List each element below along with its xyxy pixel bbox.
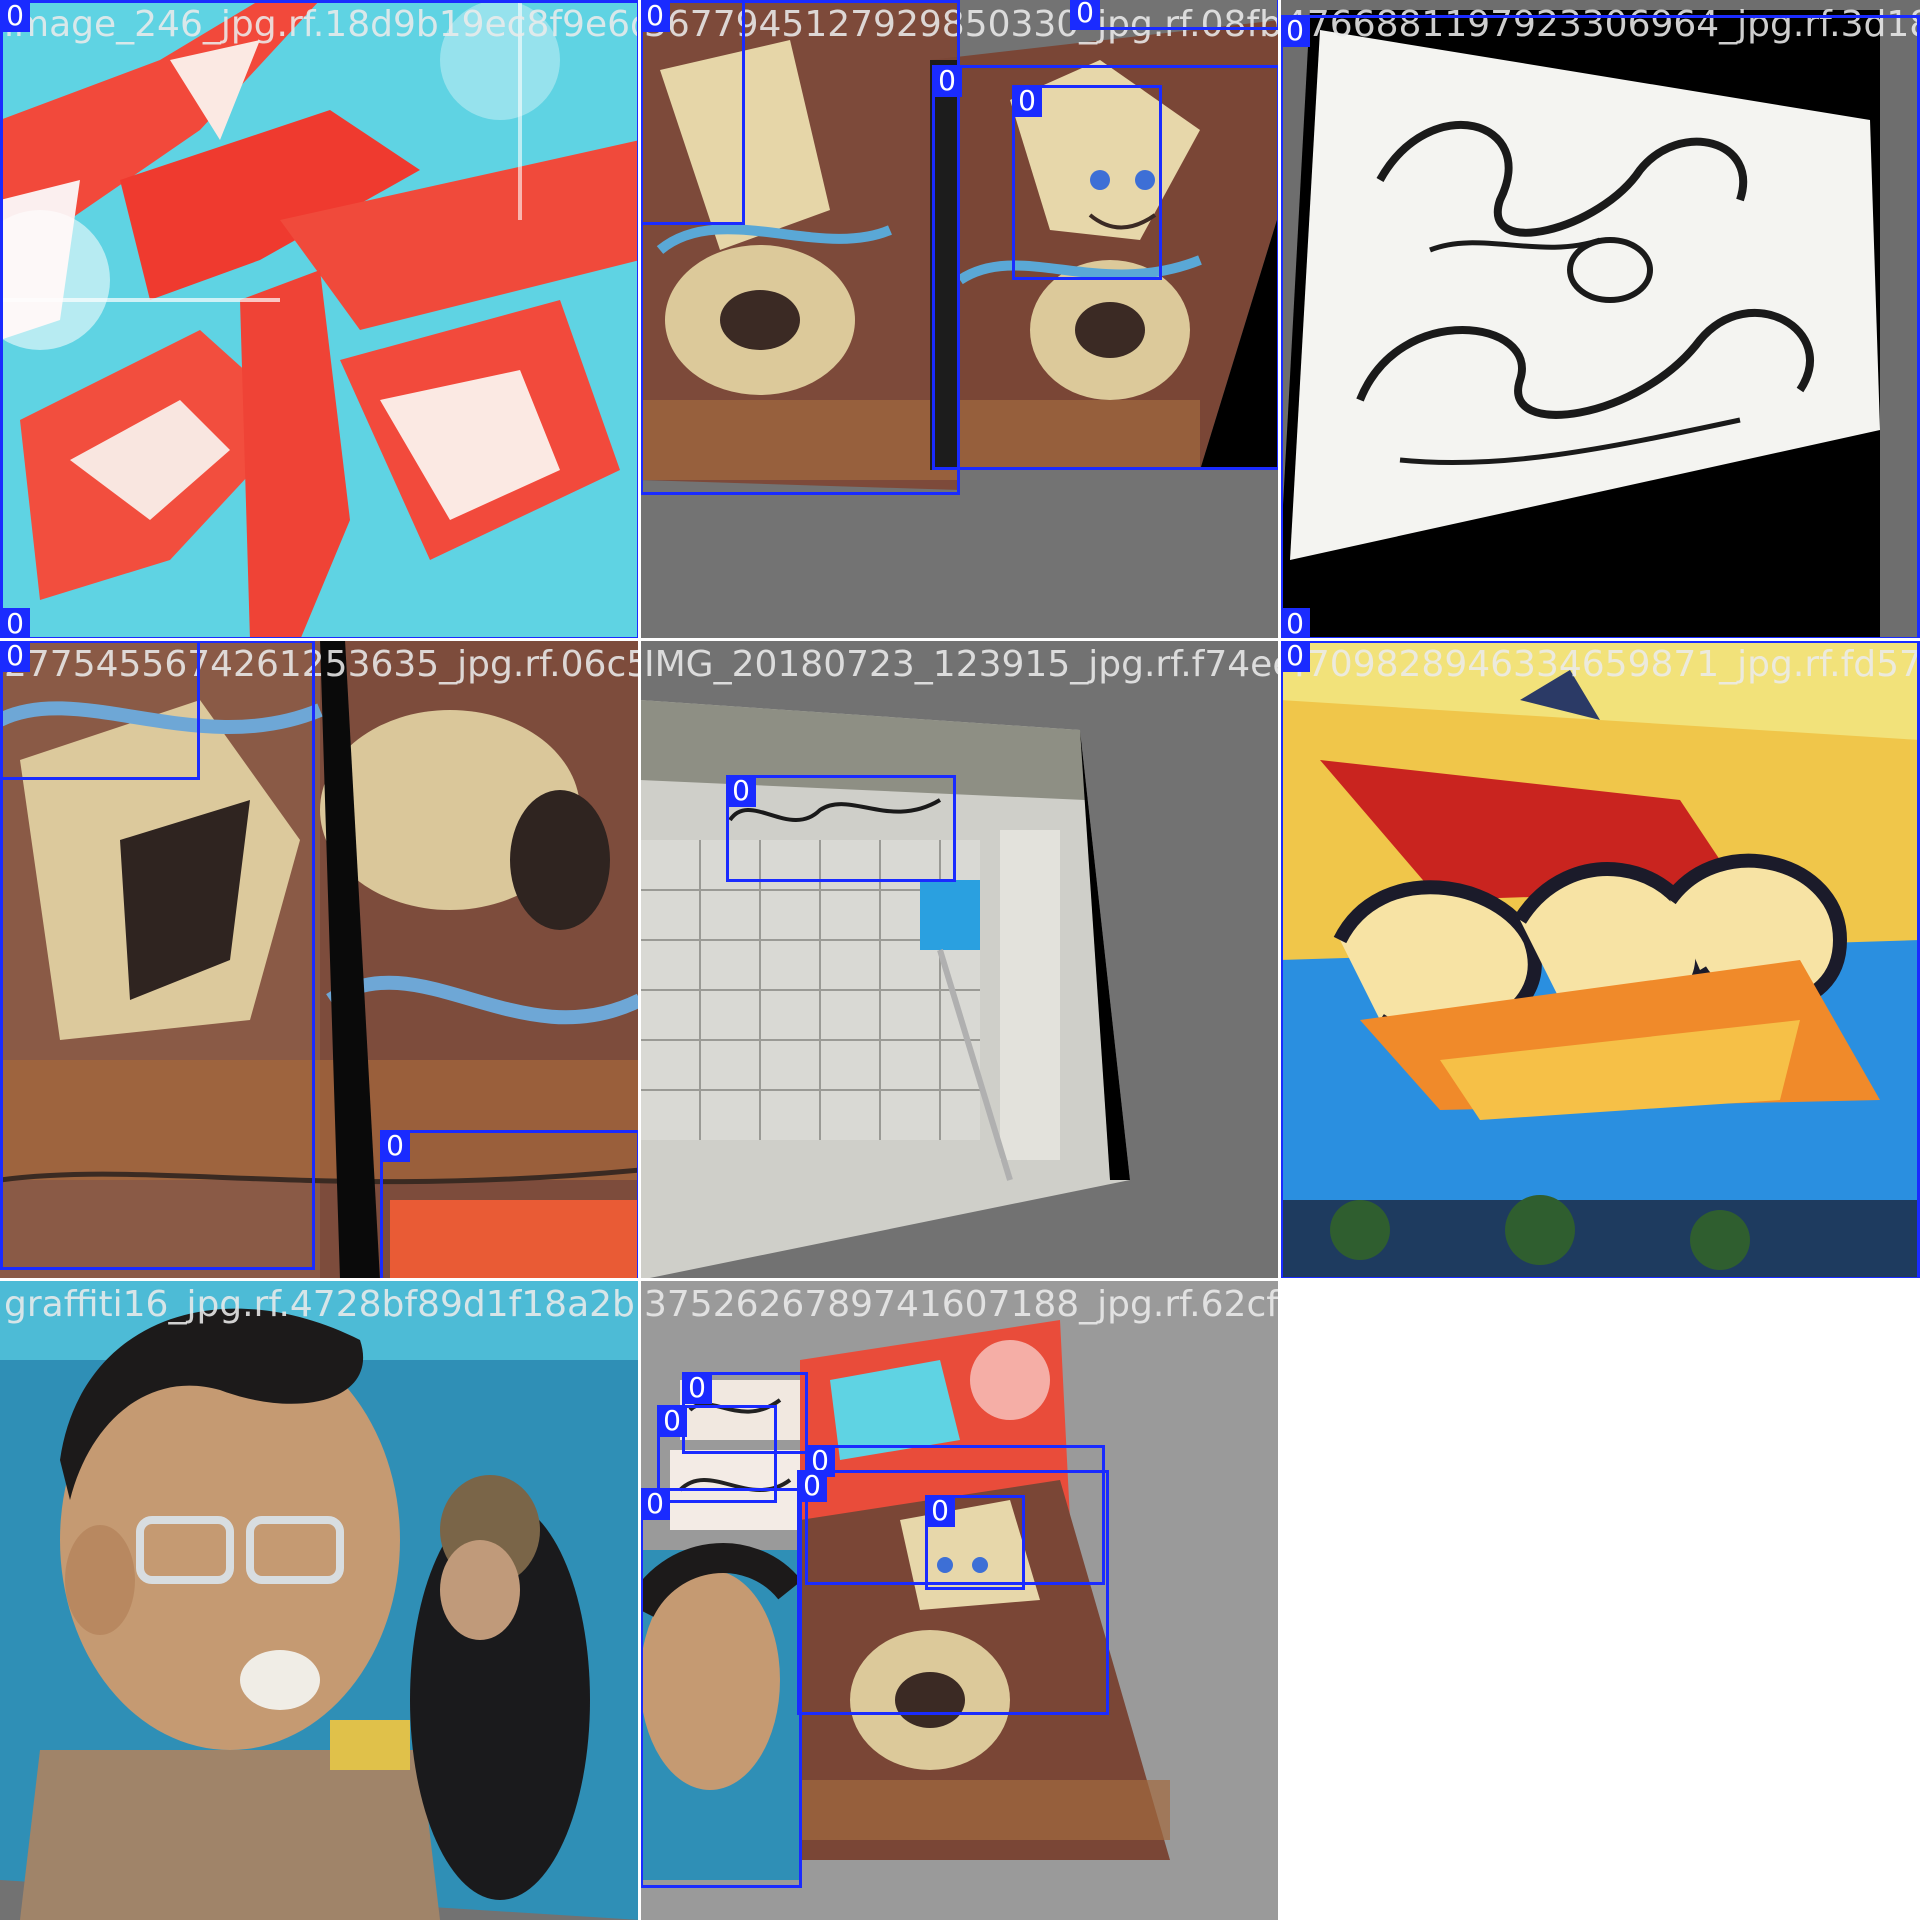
box-class-label: 0 (932, 65, 962, 97)
tile-2: 4766881197923306964_jpg.rf.3d181 0 0 (1280, 0, 1920, 640)
bounding-box: 0 (0, 0, 640, 640)
bounding-box: 0 (640, 0, 745, 225)
bounding-box: 0 (0, 608, 30, 640)
box-class-label: 0 (640, 1488, 670, 1520)
box-class-label: 0 (0, 0, 30, 32)
bounding-box: 0 (1280, 608, 1310, 640)
box-class-label: 0 (0, 640, 30, 672)
bounding-box: 0 (380, 1130, 640, 1280)
bounding-box: 0 (640, 1488, 802, 1888)
bounding-box: 0 (925, 1495, 1025, 1590)
bounding-box: 0 (682, 1372, 808, 1454)
tile-empty (1280, 1280, 1920, 1920)
tile-0: image_246_jpg.rf.18d9b19ec8f9e6d4 0 0 (0, 0, 640, 640)
tile-6: graffiti16_jpg.rf.4728bf89d1f18a2bb57 (0, 1280, 640, 1920)
box-class-label: 0 (380, 1130, 410, 1162)
box-class-label: 0 (1070, 0, 1100, 29)
tile-4-image (640, 640, 1280, 1280)
bounding-box: 0 (1280, 640, 1920, 1280)
tile-3: 2775455674261253635_jpg.rf.06c57be20e6b … (0, 640, 640, 1280)
box-class-label: 0 (726, 775, 756, 807)
bounding-box: 0 (726, 775, 956, 882)
box-class-label: 0 (925, 1495, 955, 1527)
box-class-label: 0 (1012, 85, 1042, 117)
grid-divider (0, 638, 1920, 641)
grid-divider (638, 0, 641, 1920)
bounding-box: 0 (1280, 15, 1920, 640)
box-class-label: 0 (640, 0, 670, 32)
tile-4: IMG_20180723_123915_jpg.rf.f74ee3 0 (640, 640, 1280, 1280)
box-class-label: 0 (682, 1372, 712, 1404)
tile-5: 4709828946334659871_jpg.rf.fd5718 0 (1280, 640, 1920, 1280)
grid-divider (1278, 0, 1281, 1920)
box-class-label: 0 (1280, 640, 1310, 672)
box-class-label: 0 (1280, 15, 1310, 47)
tile-7: 3752626789741607188_jpg.rf.62cf49a1d399d… (640, 1280, 1280, 1920)
bounding-box: 0 (1012, 85, 1162, 280)
tile-1: 3677945127929850330_jpg.rf.08fb74 0 0 0 … (640, 0, 1280, 640)
bounding-box: 0 (0, 640, 315, 1270)
bounding-box: 0 (1070, 0, 1280, 30)
tile-6-image (0, 1280, 640, 1920)
box-class-label: 0 (0, 608, 30, 640)
grid-divider (0, 1278, 1920, 1281)
mosaic-grid: image_246_jpg.rf.18d9b19ec8f9e6d4 0 0 36… (0, 0, 1920, 1920)
box-class-label: 0 (1280, 608, 1310, 640)
